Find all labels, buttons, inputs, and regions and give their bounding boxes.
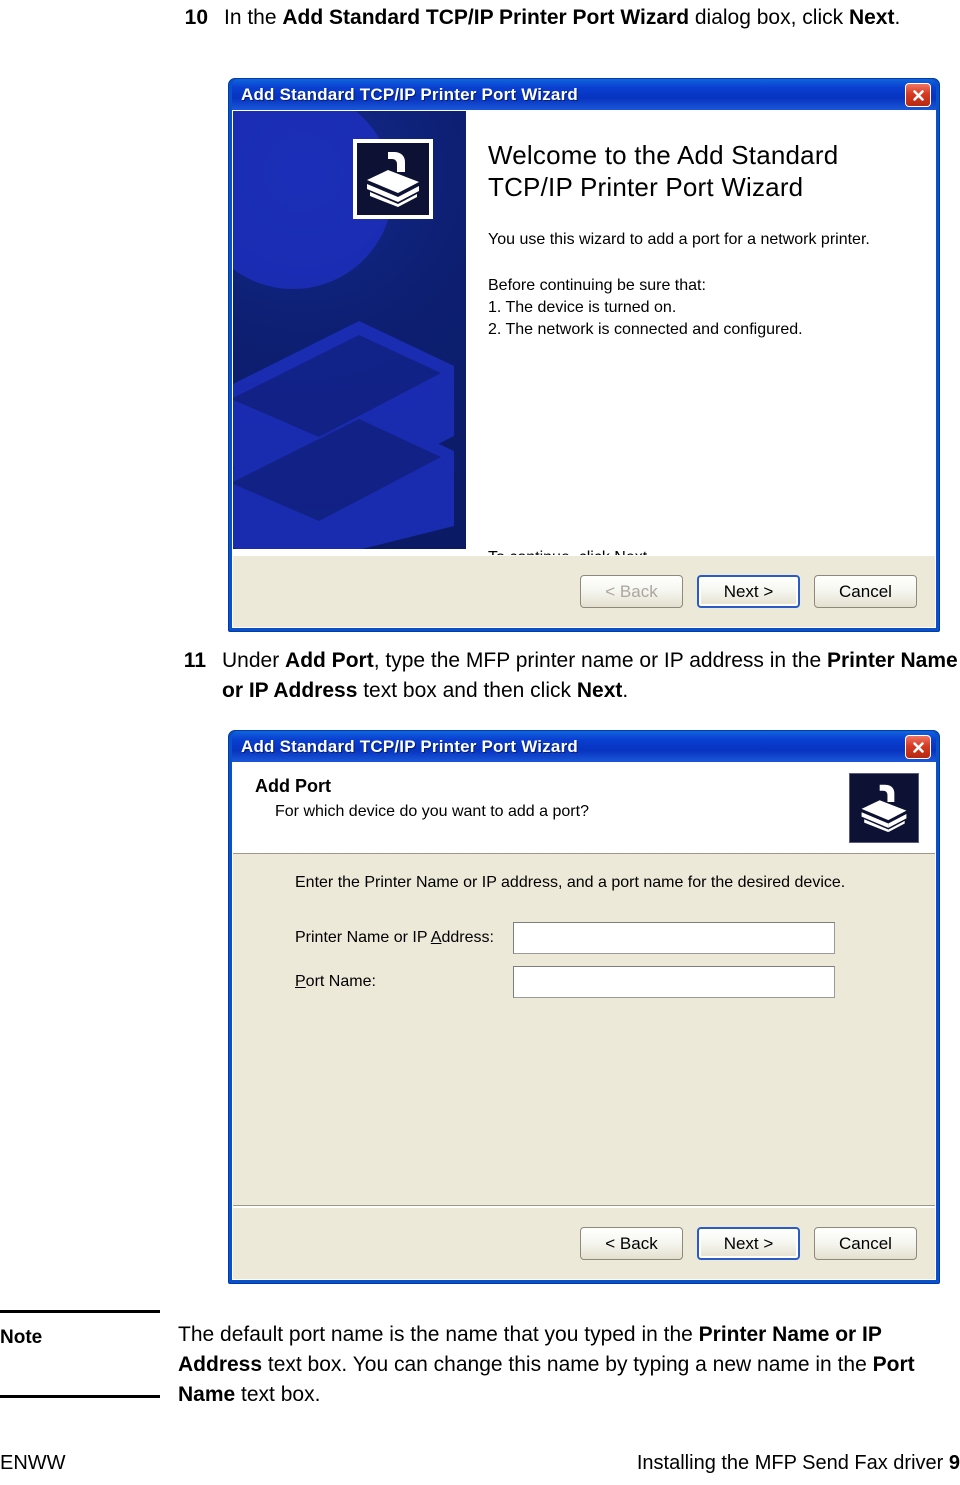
printer-name-label: Printer Name or IP Address:	[295, 929, 513, 947]
next-button[interactable]: Next >	[697, 1227, 800, 1260]
next-button-label: Next >	[723, 1233, 774, 1253]
cancel-button-label: Cancel	[839, 581, 892, 601]
text-run: dialog box, click	[689, 6, 849, 29]
next-button[interactable]: Next >	[697, 575, 800, 608]
text-run: The default port name is the name that y…	[178, 1323, 699, 1346]
footer-right-text: Installing the MFP Send Fax driver	[636, 1452, 949, 1474]
port-name-row: Port Name:	[295, 966, 935, 998]
close-icon[interactable]	[905, 735, 931, 759]
text-run: text box. You can change this name by ty…	[262, 1353, 873, 1376]
step-text: In the Add Standard TCP/IP Printer Port …	[224, 3, 900, 33]
printer-icon	[849, 773, 919, 843]
dialog-header-subtitle: For which device do you want to add a po…	[275, 803, 589, 820]
text-run: text box and then click	[357, 679, 577, 702]
dialog-body: Welcome to the Add Standard TCP/IP Print…	[232, 110, 936, 628]
printer-name-input[interactable]	[513, 922, 835, 954]
footer-right: Installing the MFP Send Fax driver 9	[637, 1452, 960, 1475]
cancel-button[interactable]: Cancel	[814, 1227, 917, 1260]
note-body: The default port name is the name that y…	[160, 1310, 948, 1410]
welcome-list-item-1: 1. The device is turned on.	[488, 299, 677, 316]
dialog-titlebar[interactable]: Add Standard TCP/IP Printer Port Wizard	[232, 79, 936, 110]
note-rule-bottom	[0, 1395, 160, 1398]
emphasis-run: Add Standard TCP/IP Printer Port Wizard	[282, 6, 690, 29]
printer-name-row: Printer Name or IP Address:	[295, 922, 935, 954]
welcome-before-label: Before continuing be sure that:	[488, 277, 706, 294]
back-button-label: < Back	[605, 581, 658, 601]
step-11: 11 Under Add Port, type the MFP printer …	[168, 646, 960, 706]
welcome-list-item-2: 2. The network is connected and configur…	[488, 321, 803, 338]
label-accel: P	[295, 973, 306, 990]
footer-left: ENWW	[0, 1452, 66, 1474]
dialog-header-title: Add Port	[255, 776, 331, 796]
cancel-button[interactable]: Cancel	[814, 575, 917, 608]
page-number: 9	[948, 1452, 960, 1474]
dialog-body: Add Port For which device do you want to…	[232, 762, 936, 1280]
welcome-intro: You use this wizard to add a port for a …	[488, 231, 870, 248]
add-port-form: Enter the Printer Name or IP address, an…	[233, 854, 935, 998]
cancel-button-label: Cancel	[839, 1233, 892, 1253]
text-run: In the	[224, 6, 283, 29]
dialog-button-bar: < Back Next > Cancel	[233, 1207, 935, 1279]
text-run: Under	[222, 649, 286, 672]
text-run: .	[894, 6, 901, 29]
back-button[interactable]: < Back	[580, 575, 683, 608]
note-label: Note	[0, 1327, 43, 1348]
text-run: .	[622, 679, 629, 702]
text-run: text box.	[235, 1383, 321, 1406]
emphasis-run: Next	[576, 679, 623, 702]
port-name-input[interactable]	[513, 966, 835, 998]
dialog-header: Add Port For which device do you want to…	[233, 763, 935, 854]
step-number: 10	[184, 6, 208, 29]
close-icon[interactable]	[905, 83, 931, 107]
step-number: 11	[183, 649, 206, 672]
banner-watermark-printer-icon	[233, 321, 454, 549]
emphasis-run: Next	[848, 6, 895, 29]
back-button-label: < Back	[605, 1233, 658, 1253]
text-run: , type the MFP printer name or IP addres…	[373, 649, 827, 672]
label-pre: Printer Name or IP	[295, 929, 431, 946]
form-instruction: Enter the Printer Name or IP address, an…	[295, 874, 846, 891]
welcome-pane: Welcome to the Add Standard TCP/IP Print…	[466, 111, 935, 549]
dialog-titlebar[interactable]: Add Standard TCP/IP Printer Port Wizard	[232, 731, 936, 762]
printer-icon	[353, 139, 433, 219]
welcome-heading: Welcome to the Add Standard TCP/IP Print…	[488, 140, 839, 202]
next-button-label: Next >	[723, 581, 774, 601]
label-post: ddress:	[441, 929, 494, 946]
page-footer: ENWW Installing the MFP Send Fax driver …	[0, 1452, 960, 1475]
label-accel: A	[430, 929, 442, 946]
port-name-label: Port Name:	[295, 973, 513, 991]
dialog-title: Add Standard TCP/IP Printer Port Wizard	[241, 736, 578, 756]
wizard-banner	[233, 111, 466, 549]
emphasis-run: Add Port	[285, 649, 374, 672]
note-label-column: Note	[0, 1310, 160, 1410]
add-tcpip-port-wizard-dialog-add-port: Add Standard TCP/IP Printer Port Wizard …	[228, 730, 940, 1284]
step-text: Under Add Port, type the MFP printer nam…	[222, 646, 960, 706]
dialog-title: Add Standard TCP/IP Printer Port Wizard	[241, 84, 578, 104]
label-post: ort Name:	[305, 973, 376, 990]
back-button[interactable]: < Back	[580, 1227, 683, 1260]
dialog-button-bar: < Back Next > Cancel	[233, 555, 935, 627]
step-10: 10 In the Add Standard TCP/IP Printer Po…	[170, 3, 901, 33]
add-tcpip-port-wizard-dialog-welcome: Add Standard TCP/IP Printer Port Wizard	[228, 78, 940, 632]
note-block: Note The default port name is the name t…	[0, 1310, 960, 1410]
